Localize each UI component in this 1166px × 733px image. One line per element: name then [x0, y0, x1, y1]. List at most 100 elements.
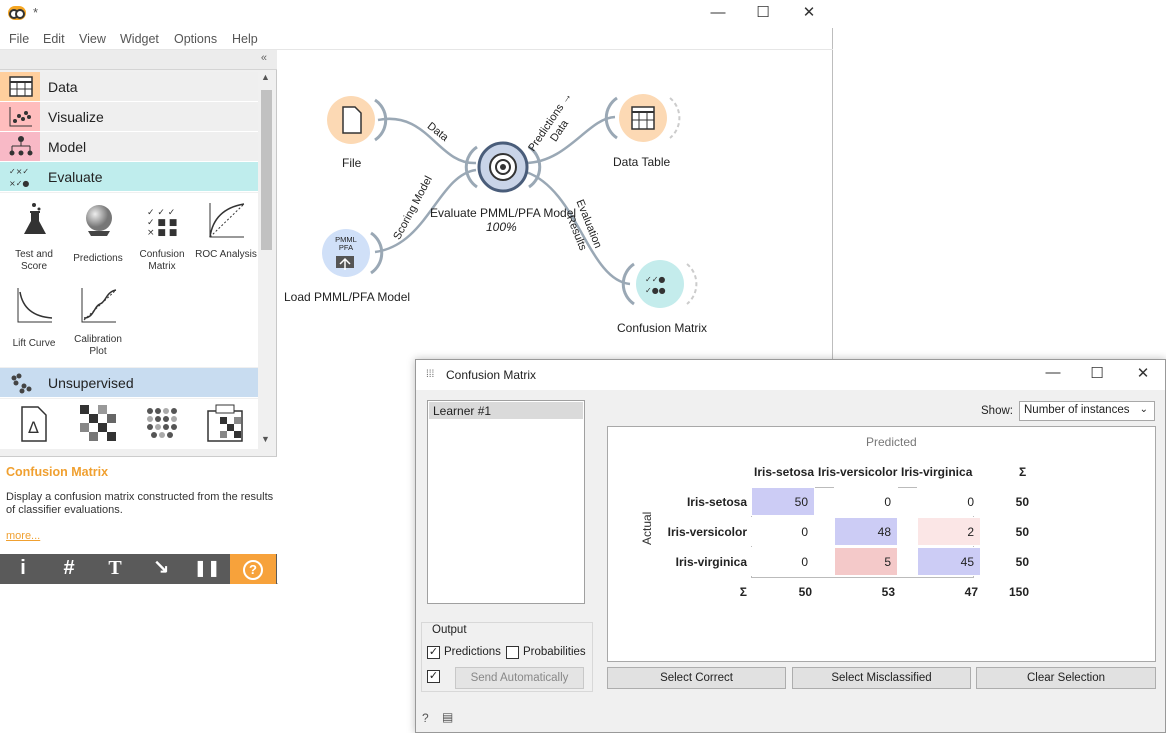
bottom-toolbar: i # T ↘ ❚❚ ?: [0, 554, 277, 584]
clear-selection-button[interactable]: Clear Selection: [976, 667, 1156, 689]
roc-curve-icon: [208, 201, 246, 239]
svg-text:✓✓●: ✓✓●: [645, 275, 665, 284]
grid-button[interactable]: #: [46, 554, 92, 584]
toolbox-scrollbar[interactable]: ▲ ▼: [258, 70, 275, 450]
col-header: Iris-versicolor: [818, 465, 898, 479]
node-label-data-table[interactable]: Data Table: [613, 155, 670, 169]
matrix-cell[interactable]: 45: [917, 547, 981, 576]
learner-list[interactable]: Learner #1: [427, 400, 585, 604]
row-header: Iris-versicolor: [667, 525, 747, 539]
matrix-cell[interactable]: 0: [751, 517, 815, 546]
menu-file[interactable]: File: [9, 32, 29, 46]
chevron-down-icon: ⌄: [1139, 404, 1148, 415]
minimize-button[interactable]: —: [695, 2, 741, 26]
matrix-cell[interactable]: 2: [917, 517, 981, 546]
help-text: Display a confusion matrix constructed f…: [6, 491, 274, 516]
node-confusion-matrix: ✓✓● ✓●●: [621, 260, 698, 308]
widget-test-and-score[interactable]: Test and Score: [2, 195, 66, 275]
menu-help[interactable]: Help: [232, 32, 258, 46]
row-header: Iris-virginica: [675, 555, 747, 569]
widget-confusion-matrix[interactable]: ✓ ✓ ✓ ✓ ■ ■ × ■ ■ Confusion Matrix: [130, 195, 194, 275]
confusion-matrix-table: Predicted Actual Iris-setosa Iris-versic…: [607, 426, 1156, 662]
category-model[interactable]: Model: [0, 132, 258, 162]
help-icon[interactable]: ?: [422, 711, 429, 725]
svg-text:Δ: Δ: [28, 418, 39, 437]
show-value: Number of instances: [1024, 404, 1130, 416]
help-title: Confusion Matrix: [6, 465, 109, 479]
auto-send-checkbox[interactable]: ✓: [427, 670, 440, 683]
widget-label: Predictions: [73, 253, 123, 264]
menu-options[interactable]: Options: [174, 32, 217, 46]
clusters-icon: [0, 368, 40, 397]
learner-item[interactable]: Learner #1: [429, 402, 583, 419]
table-icon: [0, 72, 40, 101]
text-annotation-button[interactable]: T: [92, 554, 138, 584]
distance-file-icon[interactable]: Δ: [20, 405, 48, 446]
matrix-cell[interactable]: 5: [834, 547, 898, 576]
scroll-down-arrow-icon[interactable]: ▼: [261, 434, 270, 444]
cm-close-button[interactable]: ✕: [1120, 364, 1166, 386]
distances-icon[interactable]: [144, 405, 180, 446]
node-label-load-model[interactable]: Load PMML/PFA Model: [284, 290, 410, 304]
predictions-label: Predictions: [444, 646, 501, 658]
sum-row-header: Σ: [739, 585, 747, 599]
widget-roc-analysis[interactable]: ROC Analysis: [194, 195, 258, 275]
category-data[interactable]: Data: [0, 72, 258, 102]
collapse-icon[interactable]: «: [261, 52, 267, 64]
show-dropdown[interactable]: Number of instances ⌄: [1019, 401, 1155, 421]
save-distance-icon[interactable]: [206, 403, 246, 446]
actual-header: Actual: [640, 511, 654, 545]
cm-maximize-button[interactable]: ☐: [1074, 364, 1120, 386]
widget-calibration-plot[interactable]: Calibration Plot: [66, 280, 130, 360]
cm-window-title: Confusion Matrix: [446, 368, 537, 382]
info-button[interactable]: i: [0, 554, 46, 584]
category-unsupervised[interactable]: Unsupervised: [0, 368, 258, 398]
node-label-file[interactable]: File: [342, 156, 361, 170]
matrix-cell[interactable]: 0: [917, 487, 981, 516]
category-evaluate[interactable]: ✓×✓ ×✓● Evaluate: [0, 162, 258, 192]
cm-minimize-button[interactable]: —: [1030, 364, 1076, 386]
cm-title-bar: ⁞⁞⁞ Confusion Matrix — ☐ ✕: [416, 360, 1165, 390]
matrix-cell[interactable]: 0: [751, 547, 815, 576]
report-icon[interactable]: ▤: [442, 710, 453, 724]
node-label-evaluate[interactable]: Evaluate PMML/PFA Model: [430, 206, 576, 220]
menu-edit[interactable]: Edit: [43, 32, 65, 46]
matrix-cell[interactable]: 48: [834, 517, 898, 546]
menu-widget[interactable]: Widget: [120, 32, 159, 46]
category-visualize[interactable]: Visualize: [0, 102, 258, 132]
toolbox-collapse-bar[interactable]: «: [0, 50, 277, 70]
category-label: Model: [48, 139, 87, 155]
distance-matrix-icon[interactable]: [80, 405, 116, 446]
scroll-thumb[interactable]: [261, 90, 272, 250]
matrix-cell[interactable]: 0: [834, 487, 898, 516]
node-evaluate: [464, 141, 542, 193]
question-icon: ?: [243, 560, 263, 580]
node-data-table: [604, 94, 681, 142]
probabilities-checkbox[interactable]: [506, 646, 519, 659]
send-automatically-button[interactable]: Send Automatically: [455, 667, 584, 689]
select-misclassified-button[interactable]: Select Misclassified: [792, 667, 971, 689]
predictions-checkbox[interactable]: ✓: [427, 646, 440, 659]
matrix-cell[interactable]: 50: [751, 487, 815, 516]
evaluate-widget-grid: Test and Score Predictions ✓ ✓ ✓ ✓ ■ ■ × ■…: [0, 193, 258, 367]
node-file: [327, 96, 388, 144]
help-button[interactable]: ?: [230, 554, 276, 584]
arrow-annotation-button[interactable]: ↘: [138, 554, 184, 584]
help-more-link[interactable]: more...: [6, 530, 40, 542]
pause-button[interactable]: ❚❚: [184, 554, 230, 584]
maximize-button[interactable]: ☐: [740, 2, 786, 26]
calibration-plot-icon: [80, 286, 118, 324]
scatter-plot-icon: [0, 102, 40, 131]
node-label-confusion-matrix[interactable]: Confusion Matrix: [617, 321, 707, 335]
category-label: Unsupervised: [48, 375, 134, 391]
widget-lift-curve[interactable]: Lift Curve: [2, 280, 66, 360]
widget-label: ROC Analysis: [195, 249, 257, 260]
scroll-up-arrow-icon[interactable]: ▲: [261, 72, 270, 82]
pmml-pfa-badge: PMML PFA: [335, 235, 357, 252]
menu-view[interactable]: View: [79, 32, 106, 46]
select-correct-button[interactable]: Select Correct: [607, 667, 786, 689]
close-button[interactable]: ✕: [786, 2, 832, 26]
lift-curve-icon: [16, 286, 54, 324]
crystal-ball-icon: [80, 201, 118, 239]
widget-predictions[interactable]: Predictions: [66, 195, 130, 275]
